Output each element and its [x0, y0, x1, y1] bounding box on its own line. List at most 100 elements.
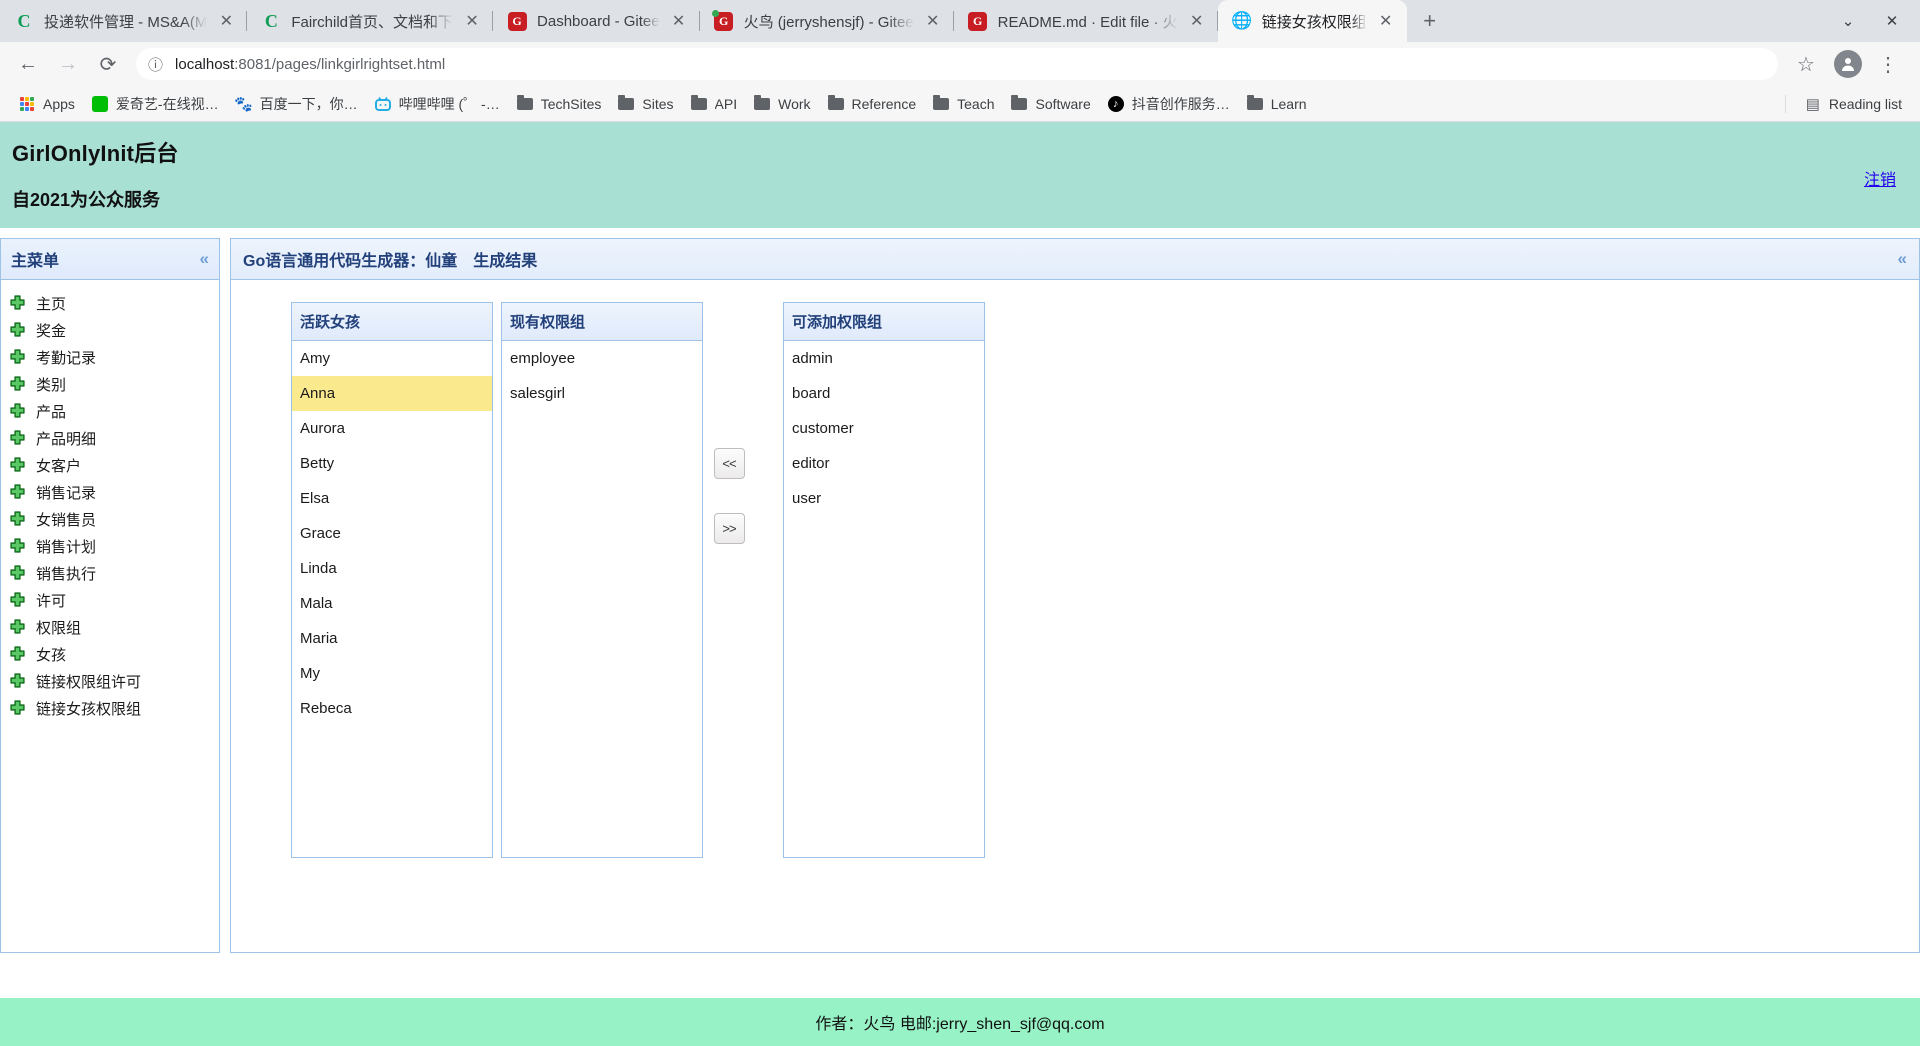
- sidebar-item-5[interactable]: 产品明细: [1, 425, 219, 452]
- bookmark-label: Work: [778, 95, 811, 112]
- panel-body: 活跃女孩 Amy Anna Aurora Betty Elsa Grace Linda Mal…: [231, 280, 1919, 952]
- bookmark-iqiyi[interactable]: 爱奇艺-在线视…: [83, 90, 227, 118]
- folder-icon: [1010, 94, 1028, 113]
- sidebar-menu: 主页 奖金 考勤记录 类别 产品 产品明细 女客户 销售记录 女销售员销售计划销售执行 许可 权限组…: [1, 280, 219, 722]
- bookmark-label: 百度一下，你…: [259, 95, 358, 112]
- sidebar-item-label: 销售计划: [36, 539, 97, 556]
- bookmark-star-icon[interactable]: ☆: [1788, 46, 1824, 82]
- browser-tab[interactable]: G 火鸟 (jerryshensjf) - Gitee ✕: [700, 0, 954, 42]
- available-group-list-item[interactable]: admin: [784, 341, 984, 376]
- bookmark-folder-sites[interactable]: Sites: [609, 91, 681, 117]
- bookmark-label: TechSites: [540, 95, 602, 112]
- bookmark-folder-software[interactable]: Software: [1002, 91, 1098, 117]
- sidebar-item-3[interactable]: 类别: [1, 371, 219, 398]
- sidebar-item-12[interactable]: 权限组: [1, 614, 219, 641]
- bookmark-folder-learn[interactable]: Learn: [1238, 91, 1315, 117]
- girl-list-item[interactable]: Anna: [292, 376, 492, 411]
- collapse-panel-icon[interactable]: «: [1898, 249, 1907, 269]
- move-right-button[interactable]: >>: [713, 513, 745, 544]
- girl-list-item[interactable]: Rebeca: [292, 691, 492, 726]
- globe-icon: 🌐: [1231, 11, 1253, 30]
- bookmark-folder-reference[interactable]: Reference: [819, 91, 925, 117]
- move-left-button[interactable]: <<: [713, 448, 745, 479]
- close-icon[interactable]: ✕: [668, 10, 690, 32]
- girl-list-item[interactable]: Mala: [292, 586, 492, 621]
- sidebar-item-1[interactable]: 奖金: [1, 317, 219, 344]
- logout-link[interactable]: 注销: [1864, 166, 1896, 190]
- tiktok-icon: ♪: [1107, 95, 1125, 113]
- folder-icon: [617, 94, 635, 113]
- minimize-button[interactable]: ⌄: [1826, 0, 1870, 42]
- browser-menu-icon[interactable]: ⋮: [1870, 46, 1906, 82]
- sidebar-item-14[interactable]: 链接权限组许可: [1, 668, 219, 695]
- available-group-list-item[interactable]: user: [784, 481, 984, 516]
- bookmark-folder-teach[interactable]: Teach: [924, 91, 1002, 117]
- tab-strip: C 投递软件管理 - MS&A(M ✕ C Fairchild首页、文档和下 ✕…: [0, 0, 1920, 42]
- girl-list-item[interactable]: Aurora: [292, 411, 492, 446]
- close-icon[interactable]: ✕: [461, 10, 483, 32]
- tab-title: 链接女孩权限组: [1261, 13, 1367, 31]
- collapse-sidebar-icon[interactable]: «: [200, 249, 209, 269]
- sidebar-item-7[interactable]: 销售记录: [1, 479, 219, 506]
- info-circle-icon[interactable]: ⓘ: [148, 54, 163, 75]
- current-group-list-item[interactable]: salesgirl: [502, 376, 702, 411]
- available-group-list-item[interactable]: editor: [784, 446, 984, 481]
- browser-tab[interactable]: C Fairchild首页、文档和下 ✕: [247, 0, 494, 42]
- bookmark-folder-work[interactable]: Work: [745, 91, 818, 117]
- new-tab-button[interactable]: +: [1415, 6, 1445, 36]
- sidebar-item-2[interactable]: 考勤记录: [1, 344, 219, 371]
- profile-avatar[interactable]: [1834, 50, 1862, 78]
- bookmark-label: 爱奇艺-在线视…: [115, 95, 219, 112]
- sidebar-item-4[interactable]: 产品: [1, 398, 219, 425]
- active-girls-list: 活跃女孩 Amy Anna Aurora Betty Elsa Grace Linda Mal…: [291, 302, 493, 858]
- browser-tab[interactable]: G Dashboard - Gitee ✕: [493, 0, 700, 42]
- bookmark-bilibili[interactable]: 哔哩哔哩 (゜ -…: [366, 90, 508, 118]
- sidebar-item-9[interactable]: 销售计划: [1, 533, 219, 560]
- girl-list-item[interactable]: Amy: [292, 341, 492, 376]
- plus-icon: [9, 700, 26, 717]
- bookmark-folder-techsites[interactable]: TechSites: [508, 91, 610, 117]
- sidebar-item-8[interactable]: 女销售员: [1, 506, 219, 533]
- girl-list-item[interactable]: My: [292, 656, 492, 691]
- close-icon[interactable]: ✕: [1186, 10, 1208, 32]
- current-group-list-item[interactable]: employee: [502, 341, 702, 376]
- page-footer: 作者：火鸟 电邮:jerry_shen_sjf@qq.com: [0, 998, 1920, 1046]
- sidebar-item-0[interactable]: 主页: [1, 290, 219, 317]
- folder-icon: [516, 94, 534, 113]
- sidebar-title: 主菜单: [11, 253, 60, 270]
- bookmark-label: Teach: [957, 95, 995, 112]
- folder-icon: [827, 94, 845, 113]
- bookmark-baidu[interactable]: 🐾 百度一下，你…: [227, 90, 366, 118]
- girl-list-item[interactable]: Maria: [292, 621, 492, 656]
- girl-list-item[interactable]: Grace: [292, 516, 492, 551]
- bookmark-folder-api[interactable]: API: [682, 91, 746, 117]
- bookmark-douyin[interactable]: ♪ 抖音创作服务…: [1099, 90, 1238, 118]
- sidebar-item-11[interactable]: 许可: [1, 587, 219, 614]
- address-bar[interactable]: ⓘ localhost:8081/pages/linkgirlrightset.…: [136, 48, 1778, 80]
- browser-tab-active[interactable]: 🌐 链接女孩权限组 ✕: [1217, 0, 1407, 42]
- available-group-list-item[interactable]: customer: [784, 411, 984, 446]
- sidebar-item-15[interactable]: 链接女孩权限组: [1, 695, 219, 722]
- panel-title: Go语言通用代码生成器：仙童 生成结果: [243, 253, 538, 270]
- close-window-button[interactable]: ✕: [1870, 0, 1914, 42]
- girl-list-item[interactable]: Linda: [292, 551, 492, 586]
- girl-list-item[interactable]: Betty: [292, 446, 492, 481]
- sidebar-item-13[interactable]: 女孩: [1, 641, 219, 668]
- reading-list-button[interactable]: ▤ Reading list: [1796, 91, 1910, 117]
- browser-tab[interactable]: C 投递软件管理 - MS&A(M ✕: [0, 0, 248, 42]
- bookmark-apps[interactable]: Apps: [10, 91, 83, 117]
- close-icon[interactable]: ✕: [922, 10, 944, 32]
- browser-tab[interactable]: G README.md · Edit file · 火 ✕: [954, 0, 1218, 42]
- reload-button[interactable]: ⟳: [90, 46, 126, 82]
- sidebar-item-6[interactable]: 女客户: [1, 452, 219, 479]
- sidebar-item-10[interactable]: 销售执行: [1, 560, 219, 587]
- back-button[interactable]: ←: [10, 46, 46, 82]
- plus-icon: [9, 484, 26, 501]
- page-content: GirlOnlyInit后台 自2021为公众服务 注销 主菜单 « 主页 奖金考…: [0, 122, 1920, 1046]
- close-icon[interactable]: ✕: [1375, 10, 1397, 32]
- forward-button[interactable]: →: [50, 46, 86, 82]
- person-icon: [1842, 58, 1854, 71]
- girl-list-item[interactable]: Elsa: [292, 481, 492, 516]
- close-icon[interactable]: ✕: [215, 10, 237, 32]
- available-group-list-item[interactable]: board: [784, 376, 984, 411]
